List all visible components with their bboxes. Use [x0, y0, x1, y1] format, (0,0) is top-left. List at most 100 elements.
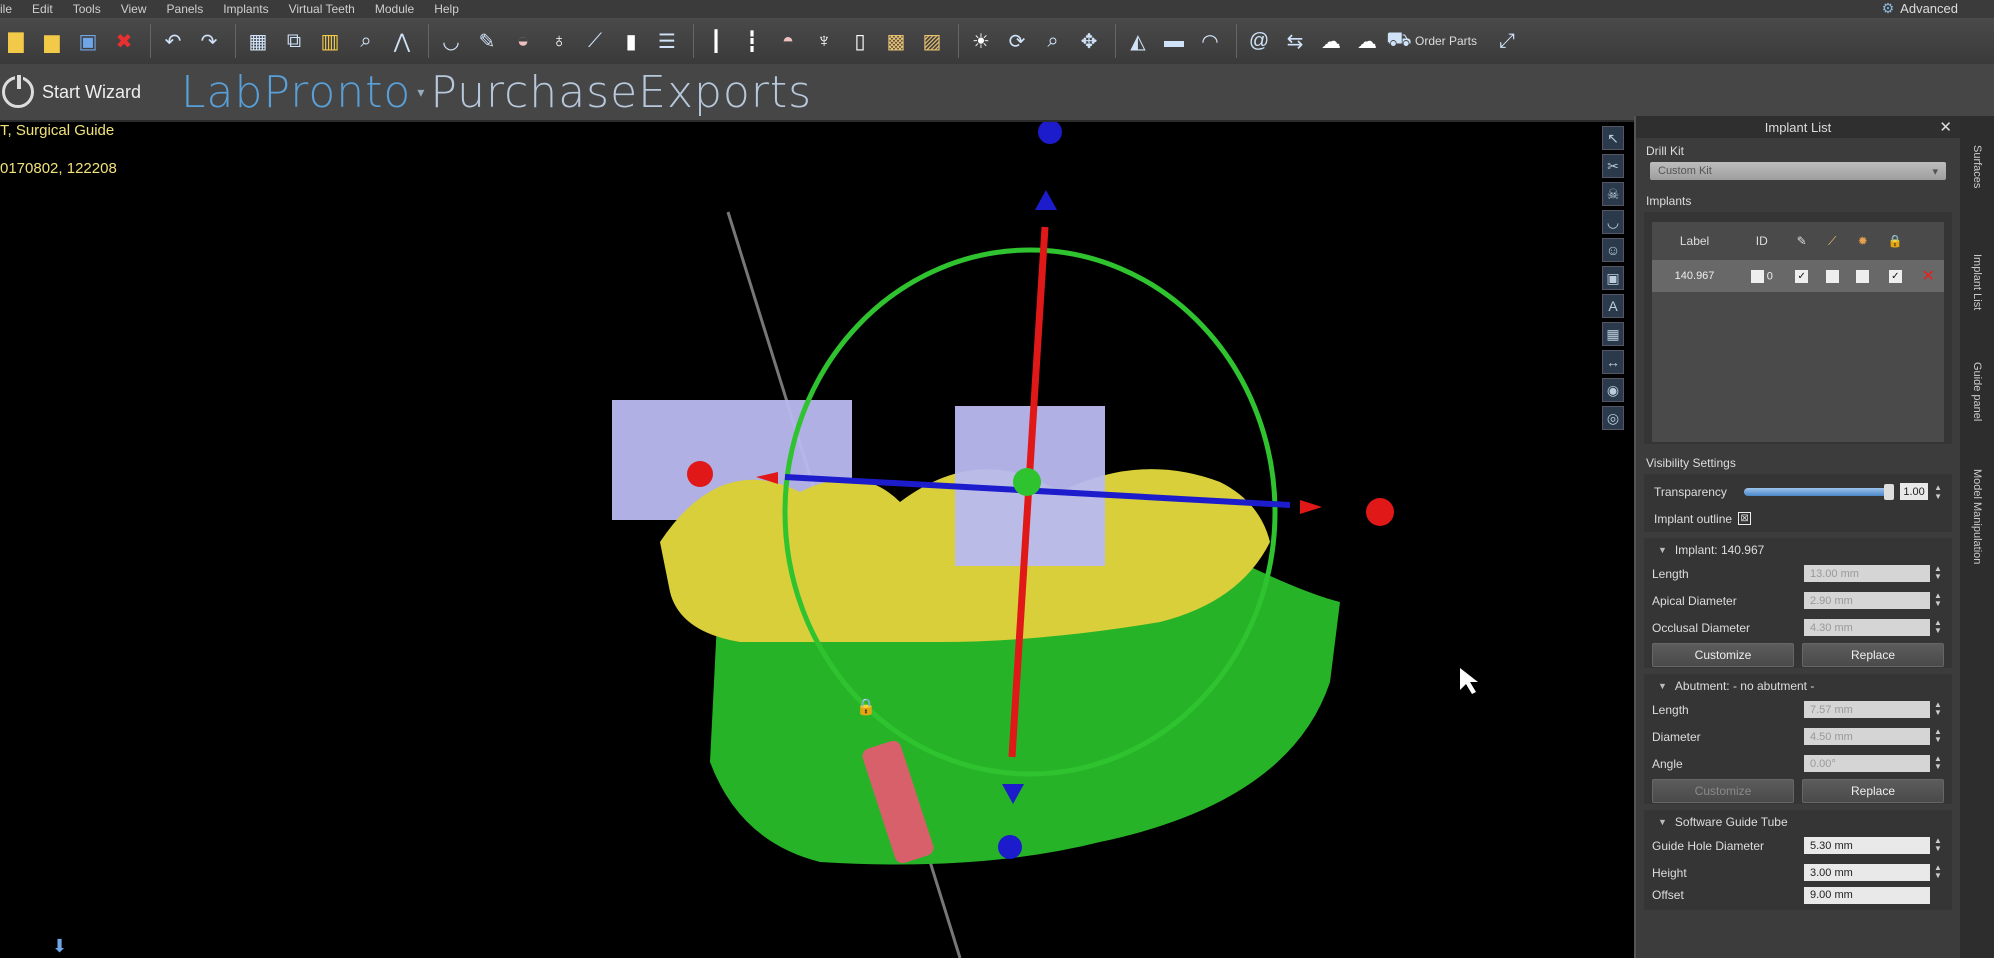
- top-blue-handle[interactable]: [1038, 122, 1062, 144]
- hole-diameter-field[interactable]: 5.30 mm ▲ ▼: [1804, 837, 1942, 854]
- brush-icon[interactable]: ✎: [471, 25, 503, 57]
- menu-panels[interactable]: Panels: [167, 2, 204, 16]
- tube-offset-field[interactable]: 9.00 mm: [1804, 886, 1930, 904]
- grid-view-icon[interactable]: ▦: [242, 25, 274, 57]
- cube-icon[interactable]: ▣: [1602, 266, 1624, 290]
- id-checkbox[interactable]: [1750, 269, 1764, 283]
- jaw-icon[interactable]: ◒: [507, 25, 539, 57]
- fullscreen-icon[interactable]: ⤢: [1491, 25, 1523, 57]
- menu-implants[interactable]: Implants: [223, 2, 268, 16]
- center-handle[interactable]: [1013, 468, 1041, 496]
- spinner-icon[interactable]: ▲ ▼: [1934, 483, 1942, 501]
- length-field[interactable]: 13.00 mm ▲ ▼: [1804, 565, 1942, 582]
- brush-checkbox[interactable]: [1825, 269, 1839, 283]
- col-id[interactable]: ID: [1737, 222, 1787, 260]
- order-parts-label[interactable]: Order Parts: [1415, 34, 1477, 48]
- abutment-group-header[interactable]: ▼ Abutment: - no abutment -: [1648, 676, 1948, 696]
- light-icon[interactable]: ☀: [965, 25, 997, 57]
- purchase-exports-logo[interactable]: PurchaseExports: [430, 67, 812, 118]
- labpronto-logo[interactable]: LabPronto: [181, 67, 411, 118]
- right-red-handle[interactable]: [1366, 498, 1394, 526]
- text-icon[interactable]: A: [1602, 294, 1624, 318]
- close-project-icon[interactable]: ✖: [108, 25, 140, 57]
- tube-height-field[interactable]: 3.00 mm ▲ ▼: [1804, 864, 1942, 881]
- transparency-slider-thumb[interactable]: [1884, 483, 1895, 500]
- guide-tube-group-header[interactable]: ▼ Software Guide Tube: [1648, 812, 1948, 832]
- lock-checkbox[interactable]: ✓: [1888, 269, 1902, 283]
- angle-icon[interactable]: ◠: [1194, 25, 1226, 57]
- outline-checkbox[interactable]: ⊠: [1738, 512, 1752, 525]
- model-icon[interactable]: ◓: [772, 25, 804, 57]
- implant-group-header[interactable]: ▼ Implant: 140.967: [1648, 540, 1948, 560]
- curve-icon[interactable]: ⋀: [386, 25, 418, 57]
- apical-field[interactable]: 2.90 mm ▲ ▼: [1804, 592, 1942, 609]
- skull-icon[interactable]: ☠: [1602, 182, 1624, 206]
- menu-edit[interactable]: Edit: [32, 2, 53, 16]
- 3d-viewport[interactable]: T, Surgical Guide 0170802, 122208 🔒 ⬇: [0, 122, 1600, 958]
- tab-guide-panel[interactable]: Guide panel: [1966, 342, 1988, 442]
- menu-tools[interactable]: Tools: [73, 2, 101, 16]
- align-icon[interactable]: ⇆: [1279, 25, 1311, 57]
- occlusal-field[interactable]: 4.30 mm ▲ ▼: [1804, 619, 1942, 636]
- mode-switch[interactable]: ⚙ Advanced: [1882, 0, 1958, 17]
- replace-implant-button[interactable]: Replace: [1802, 643, 1944, 667]
- menu-help[interactable]: Help: [434, 2, 459, 16]
- rotate-icon[interactable]: ⟳: [1001, 25, 1033, 57]
- arch-view-icon[interactable]: ◡: [1602, 210, 1624, 234]
- tooth-icon[interactable]: ♁: [543, 25, 575, 57]
- replace-abutment-button[interactable]: Replace: [1802, 779, 1944, 803]
- abutment-angle-field[interactable]: 0.00° ▲ ▼: [1804, 755, 1942, 772]
- col-label[interactable]: Label: [1652, 222, 1738, 260]
- crown-icon[interactable]: ♆: [808, 25, 840, 57]
- spiral-icon[interactable]: @: [1243, 25, 1275, 57]
- tab-implant-list[interactable]: Implant List: [1966, 232, 1988, 332]
- tab-model-manipulation[interactable]: Model Manipulation: [1966, 452, 1988, 582]
- delete-implant-icon[interactable]: ✕: [1922, 268, 1935, 285]
- lock-guide-icon[interactable]: ▨: [916, 25, 948, 57]
- bottom-blue-handle[interactable]: [998, 835, 1022, 859]
- histogram-icon[interactable]: ◭: [1122, 25, 1154, 57]
- abutment-icon[interactable]: ▯: [844, 25, 876, 57]
- undo-icon[interactable]: ↶: [157, 25, 189, 57]
- implant-icon[interactable]: ▮: [615, 25, 647, 57]
- guide-icon[interactable]: ▩: [880, 25, 912, 57]
- sleeve-icon[interactable]: ┇: [736, 25, 768, 57]
- abutment-length-field[interactable]: 7.57 mm ▲ ▼: [1804, 701, 1942, 718]
- close-icon[interactable]: ✕: [1939, 118, 1952, 136]
- select-icon[interactable]: ↖: [1602, 126, 1624, 150]
- measure-icon[interactable]: ▥: [314, 25, 346, 57]
- drill-kit-select[interactable]: Custom Kit ▾: [1650, 162, 1946, 180]
- brush-icon[interactable]: ⟋: [1816, 222, 1848, 260]
- new-project-icon[interactable]: ▇: [0, 25, 32, 57]
- nerve-icon[interactable]: ⟋: [579, 25, 611, 57]
- table-row[interactable]: 140.967 0 ✓ ✓ ✕: [1652, 260, 1944, 292]
- colors-icon[interactable]: ◉: [1602, 378, 1624, 402]
- grid-icon[interactable]: ▦: [1602, 322, 1624, 346]
- zoom-view-icon[interactable]: ⌕: [1037, 25, 1069, 57]
- cloud-icon[interactable]: ☁: [1315, 25, 1347, 57]
- right-arrow-handle[interactable]: [1300, 500, 1322, 514]
- menu-module[interactable]: Module: [375, 2, 414, 16]
- zoom-icon[interactable]: ⌕: [350, 25, 382, 57]
- pencil-icon[interactable]: ✎: [1786, 222, 1817, 260]
- left-red-handle[interactable]: [687, 461, 713, 487]
- menu-view[interactable]: View: [121, 2, 147, 16]
- menu-virtual-teeth[interactable]: Virtual Teeth: [289, 2, 355, 16]
- open-folder-icon[interactable]: ▆: [36, 25, 68, 57]
- tube-icon[interactable]: ┃: [700, 25, 732, 57]
- save-icon[interactable]: ▣: [72, 25, 104, 57]
- color-icon[interactable]: ✹: [1847, 222, 1879, 260]
- menu-file[interactable]: ile: [0, 2, 12, 16]
- start-wizard-button[interactable]: Start Wizard: [2, 73, 141, 108]
- tab-surfaces[interactable]: Surfaces: [1966, 122, 1988, 212]
- eye-icon[interactable]: ◎: [1602, 406, 1624, 430]
- list-settings-icon[interactable]: ☰: [651, 25, 683, 57]
- distance-icon[interactable]: ↔: [1602, 350, 1624, 374]
- cloud-upload-icon[interactable]: ☁: [1351, 25, 1383, 57]
- transparency-value[interactable]: 1.00: [1900, 483, 1929, 500]
- arch-icon[interactable]: ◡: [435, 25, 467, 57]
- logo-dropdown-icon[interactable]: ▾: [417, 84, 424, 101]
- lock-icon[interactable]: 🔒: [1878, 222, 1913, 260]
- up-arrow-handle[interactable]: [1035, 190, 1057, 210]
- pan-icon[interactable]: ✥: [1073, 25, 1105, 57]
